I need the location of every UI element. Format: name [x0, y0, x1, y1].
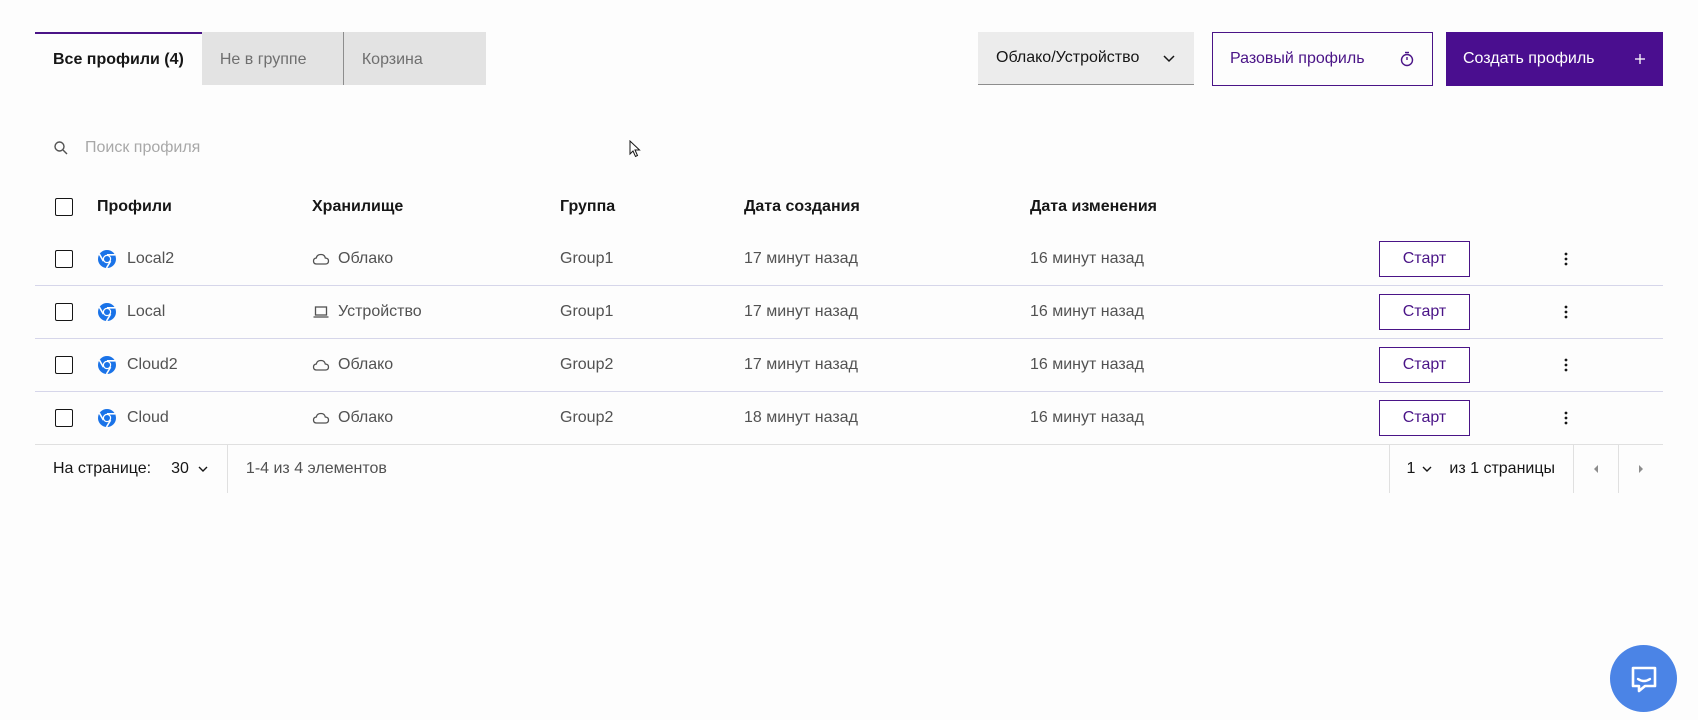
changed-value: 16 минут назад [1030, 409, 1144, 426]
storage-value: Облако [338, 409, 394, 426]
cloud-icon [312, 253, 330, 265]
created-value: 18 минут назад [744, 409, 858, 426]
per-page-value: 30 [171, 460, 189, 477]
storage-value: Облако [338, 250, 394, 267]
caret-right-icon [1639, 465, 1643, 473]
profiles-table: Профили Хранилище Группа Дата создания Д… [35, 180, 1663, 445]
browser-icon [98, 356, 116, 375]
mouse-cursor-icon [629, 140, 641, 158]
created-value: 17 минут назад [744, 303, 858, 320]
plus-icon [1635, 54, 1645, 64]
browser-icon [98, 303, 116, 322]
storage-filter-label: Облако/Устройство [996, 49, 1140, 66]
browser-icon [98, 250, 116, 269]
tab-all-profiles[interactable]: Все профили (4) [35, 32, 202, 85]
changed-value: 16 минут назад [1030, 303, 1144, 320]
page-count: из 1 страницы [1449, 460, 1555, 477]
tab-trash[interactable]: Корзина [343, 32, 486, 85]
profile-name[interactable]: Cloud2 [127, 356, 178, 374]
start-button[interactable]: Старт [1379, 347, 1470, 383]
table-row[interactable]: Local2 Облако Group1 17 минут назад 16 м… [35, 233, 1663, 286]
profile-name[interactable]: Local [127, 303, 165, 321]
create-profile-label: Создать профиль [1463, 50, 1595, 67]
pagination-divider [226, 445, 228, 493]
help-chat-button[interactable] [1610, 645, 1677, 712]
changed-value: 16 минут назад [1030, 250, 1144, 267]
search-icon [54, 141, 68, 155]
pagination-bar: На странице: 30 1-4 из 4 элементов 1 из … [35, 445, 1663, 493]
start-button[interactable]: Старт [1379, 294, 1470, 330]
page-value: 1 [1406, 460, 1416, 477]
per-page-select[interactable]: 30 [171, 460, 209, 478]
header-changed[interactable]: Дата изменения [1030, 198, 1157, 216]
laptop-icon [313, 306, 329, 318]
storage-value: Устройство [338, 303, 422, 320]
tab-no-group[interactable]: Не в группе [201, 32, 343, 85]
table-header: Профили Хранилище Группа Дата создания Д… [35, 180, 1663, 233]
overflow-menu-icon[interactable] [1558, 249, 1574, 269]
changed-value: 16 минут назад [1030, 356, 1144, 373]
header-group[interactable]: Группа [560, 198, 615, 216]
profile-name[interactable]: Local2 [127, 250, 174, 268]
profile-name[interactable]: Cloud [127, 409, 169, 427]
chat-icon [1631, 666, 1656, 692]
profile-tabs: Все профили (4) Не в группе Корзина [35, 32, 486, 85]
cloud-icon [312, 412, 330, 424]
row-checkbox[interactable] [55, 250, 73, 268]
row-checkbox[interactable] [55, 303, 73, 321]
table-row[interactable]: Cloud Облако Group2 18 минут назад 16 ми… [35, 392, 1663, 445]
group-value: Group1 [560, 250, 614, 267]
caret-left-icon [1594, 465, 1598, 473]
group-value: Group1 [560, 303, 614, 320]
overflow-menu-icon[interactable] [1558, 408, 1574, 428]
items-range: 1-4 из 4 элементов [245, 460, 387, 477]
table-row[interactable]: Cloud2 Облако Group2 17 минут назад 16 м… [35, 339, 1663, 392]
page-select[interactable]: 1 [1390, 460, 1449, 478]
storage-value: Облако [338, 356, 394, 373]
create-profile-button[interactable]: Создать профиль [1446, 32, 1663, 86]
chevron-down-icon [198, 466, 208, 472]
one-time-profile-button[interactable]: Разовый профиль [1212, 32, 1433, 86]
row-checkbox[interactable] [55, 409, 73, 427]
previous-page-button[interactable] [1574, 445, 1618, 493]
header-profiles[interactable]: Профили [97, 198, 172, 216]
storage-filter-dropdown[interactable]: Облако/Устройство [978, 32, 1194, 85]
select-all-checkbox[interactable] [55, 197, 73, 216]
profiles-page: Все профили (4) Не в группе Корзина Обла… [0, 0, 1698, 720]
header-storage[interactable]: Хранилище [312, 198, 403, 216]
chevron-down-icon [1163, 55, 1175, 63]
start-button[interactable]: Старт [1379, 400, 1470, 436]
overflow-menu-icon[interactable] [1558, 302, 1574, 322]
overflow-menu-icon[interactable] [1558, 355, 1574, 375]
stopwatch-icon [1400, 51, 1414, 67]
group-value: Group2 [560, 356, 614, 373]
created-value: 17 минут назад [744, 250, 858, 267]
header-created[interactable]: Дата создания [744, 198, 860, 216]
group-value: Group2 [560, 409, 614, 426]
created-value: 17 минут назад [744, 356, 858, 373]
page-controls: 1 из 1 страницы [1389, 445, 1663, 493]
table-row[interactable]: Local Устройство Group1 17 минут назад 1… [35, 286, 1663, 339]
browser-icon [98, 409, 116, 428]
per-page-label: На странице: [53, 460, 152, 477]
cloud-icon [312, 359, 330, 371]
one-time-profile-label: Разовый профиль [1230, 50, 1365, 67]
next-page-button[interactable] [1619, 445, 1663, 493]
profile-search [35, 124, 635, 172]
row-checkbox[interactable] [55, 356, 73, 374]
start-button[interactable]: Старт [1379, 241, 1470, 277]
search-input[interactable] [85, 139, 585, 157]
chevron-down-icon [1422, 466, 1432, 472]
